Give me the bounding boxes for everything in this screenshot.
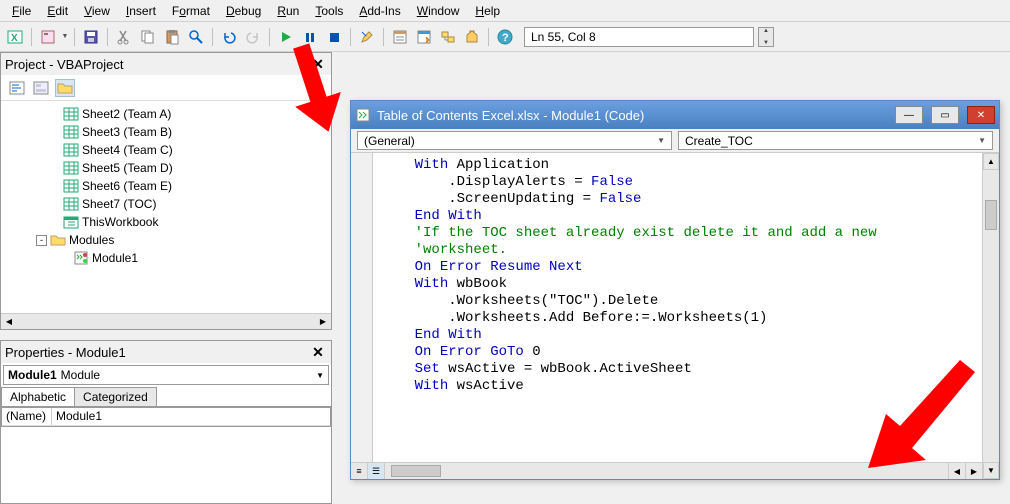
menu-tools[interactable]: Tools (307, 2, 351, 20)
close-icon[interactable]: ✕ (309, 55, 327, 73)
properties-tabs: Alphabetic Categorized (1, 387, 331, 407)
properties-panel-title: Properties - Module1 ✕ (1, 341, 331, 363)
code-body: With Application .DisplayAlerts = False … (351, 153, 999, 479)
minimize-button[interactable]: — (895, 106, 923, 124)
tree-node[interactable]: Sheet5 (Team D) (3, 159, 329, 177)
find-icon[interactable] (185, 26, 207, 48)
menu-format[interactable]: Format (164, 2, 218, 20)
code-combo-row: (General)▼ Create_TOC▼ (351, 129, 999, 153)
tree-node[interactable]: ThisWorkbook (3, 213, 329, 231)
maximize-button[interactable]: ▭ (931, 106, 959, 124)
code-window-title: Table of Contents Excel.xlsx - Module1 (… (377, 108, 887, 123)
tree-node[interactable]: Sheet2 (Team A) (3, 105, 329, 123)
full-module-view-icon: ☰ (368, 463, 385, 479)
workbook-icon (63, 215, 79, 229)
object-combo[interactable]: (General)▼ (357, 131, 672, 150)
sheet-icon (63, 161, 79, 175)
tab-categorized[interactable]: Categorized (74, 387, 157, 406)
code-margin[interactable] (351, 153, 373, 479)
view-excel-icon[interactable]: X (4, 26, 26, 48)
redo-icon[interactable] (242, 26, 264, 48)
menu-edit[interactable]: Edit (39, 2, 76, 20)
project-explorer-panel: Project - VBAProject ✕ Sheet2 (Team A)Sh… (0, 52, 332, 330)
menu-debug[interactable]: Debug (218, 2, 269, 20)
menu-bar: FileEditViewInsertFormatDebugRunToolsAdd… (0, 0, 1010, 22)
horizontal-scrollbar[interactable]: ≡ ☰ ◀ ▶ (351, 462, 982, 479)
code-editor[interactable]: With Application .DisplayAlerts = False … (373, 153, 982, 479)
reset-icon[interactable] (323, 26, 345, 48)
object-browser-icon[interactable] (437, 26, 459, 48)
sheet-icon (63, 179, 79, 193)
sheet-icon (63, 143, 79, 157)
module-icon (355, 107, 371, 123)
menu-window[interactable]: Window (409, 2, 468, 20)
properties-grid[interactable]: (Name)Module1 (1, 407, 331, 427)
tree-node[interactable]: Module1 (3, 249, 329, 267)
code-window: Table of Contents Excel.xlsx - Module1 (… (350, 100, 1000, 480)
procedure-view-icon: ≡ (351, 463, 368, 479)
menu-add-ins[interactable]: Add-Ins (351, 2, 408, 20)
procedure-combo[interactable]: Create_TOC▼ (678, 131, 993, 150)
sheet-icon (63, 125, 79, 139)
module-icon (73, 251, 89, 265)
svg-text:?: ? (502, 32, 509, 44)
menu-file[interactable]: File (4, 2, 39, 20)
view-object-icon[interactable] (31, 79, 51, 97)
help-icon[interactable]: ? (494, 26, 516, 48)
folder-icon (50, 233, 66, 247)
tree-node[interactable]: Sheet7 (TOC) (3, 195, 329, 213)
vertical-scrollbar[interactable]: ▲ ▼ (982, 153, 999, 479)
menu-run[interactable]: Run (269, 2, 307, 20)
tree-node[interactable]: -Modules (3, 231, 329, 249)
project-toolbar (1, 75, 331, 101)
tree-node[interactable]: Sheet3 (Team B) (3, 123, 329, 141)
break-icon[interactable] (299, 26, 321, 48)
undo-icon[interactable] (218, 26, 240, 48)
tree-node[interactable]: Sheet6 (Team E) (3, 177, 329, 195)
tree-node[interactable]: Sheet4 (Team C) (3, 141, 329, 159)
run-icon[interactable] (275, 26, 297, 48)
insert-dropdown-icon[interactable]: ▼ (61, 33, 69, 40)
project-tree[interactable]: Sheet2 (Team A)Sheet3 (Team B)Sheet4 (Te… (1, 101, 331, 317)
properties-window-icon[interactable] (413, 26, 435, 48)
view-code-icon[interactable] (7, 79, 27, 97)
paste-icon[interactable] (161, 26, 183, 48)
copy-icon[interactable] (137, 26, 159, 48)
sheet-icon (63, 107, 79, 121)
design-mode-icon[interactable] (356, 26, 378, 48)
toolbox-icon[interactable] (461, 26, 483, 48)
insert-object-icon[interactable] (37, 26, 59, 48)
close-button[interactable]: ✕ (967, 106, 995, 124)
project-panel-title: Project - VBAProject ✕ (1, 53, 331, 75)
horizontal-scrollbar[interactable]: ◀▶ (1, 313, 331, 329)
menu-insert[interactable]: Insert (118, 2, 164, 20)
tab-alphabetic[interactable]: Alphabetic (1, 387, 75, 406)
menu-help[interactable]: Help (467, 2, 508, 20)
menu-view[interactable]: View (76, 2, 118, 20)
close-icon[interactable]: ✕ (309, 343, 327, 361)
code-window-titlebar[interactable]: Table of Contents Excel.xlsx - Module1 (… (351, 101, 999, 129)
svg-text:X: X (11, 33, 18, 44)
sheet-icon (63, 197, 79, 211)
toolbar-scroll-icon[interactable]: ▲▼ (758, 27, 774, 47)
properties-object-combo[interactable]: Module1 Module ▼ (3, 365, 329, 385)
main-toolbar: X ▼ ? Ln 55, Col 8 ▲▼ (0, 22, 1010, 52)
properties-panel: Properties - Module1 ✕ Module1 Module ▼ … (0, 340, 332, 504)
cut-icon[interactable] (113, 26, 135, 48)
property-row[interactable]: (Name)Module1 (2, 408, 330, 426)
project-explorer-icon[interactable] (389, 26, 411, 48)
save-icon[interactable] (80, 26, 102, 48)
cursor-position-box: Ln 55, Col 8 (524, 27, 754, 47)
toggle-folders-icon[interactable] (55, 79, 75, 97)
